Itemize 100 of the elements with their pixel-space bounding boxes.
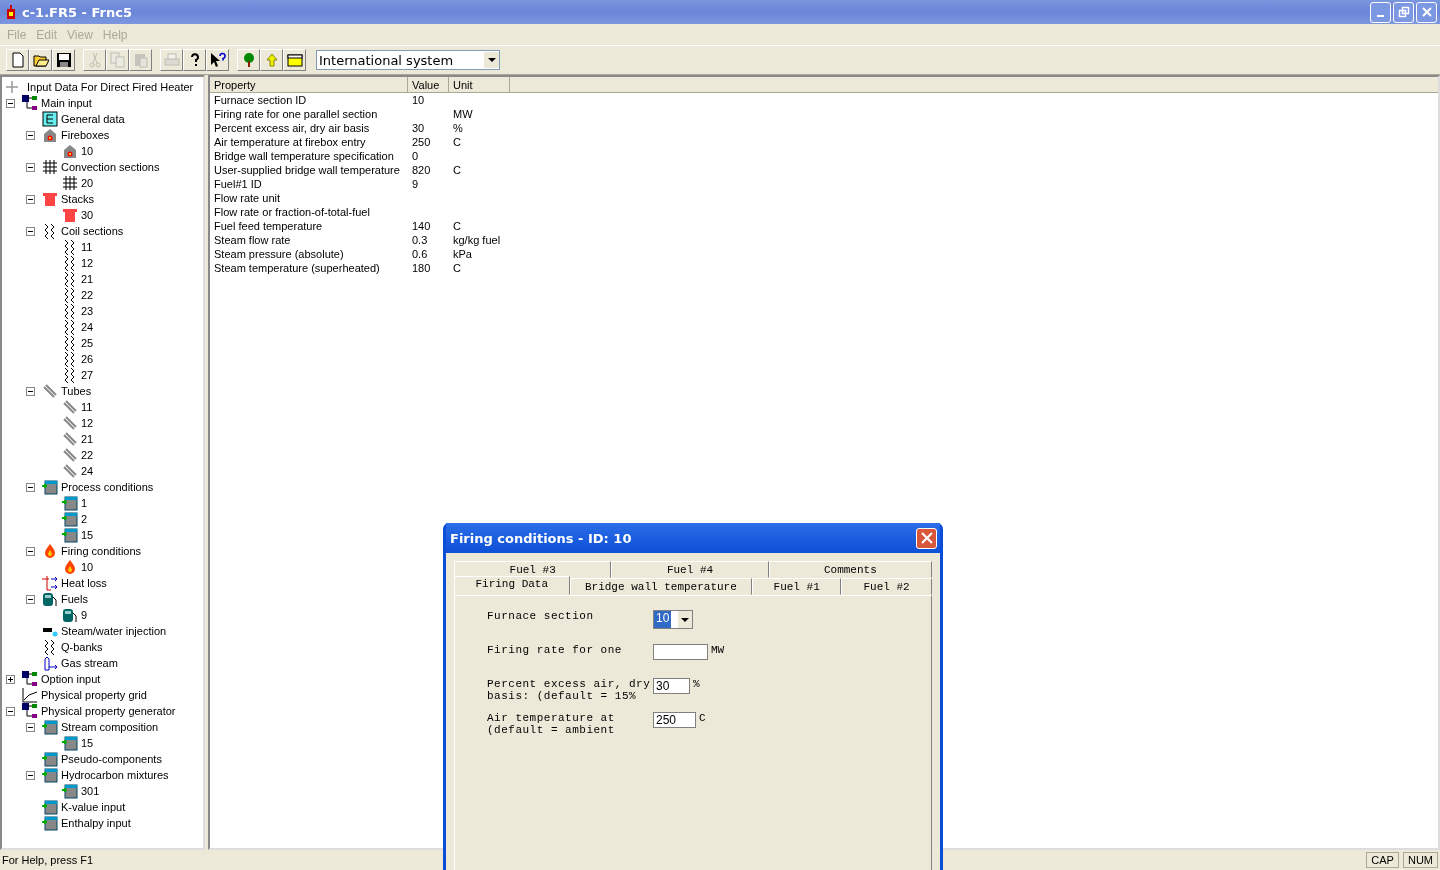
- tree-item[interactable]: 11: [81, 401, 93, 413]
- tree-item[interactable]: Physical property generator: [41, 705, 176, 717]
- tree-item[interactable]: Fireboxes: [61, 129, 110, 141]
- table-cell: kPa: [453, 248, 472, 260]
- minimize-button[interactable]: [1370, 1, 1391, 23]
- close-icon: [920, 532, 933, 544]
- tree-item[interactable]: 22: [81, 449, 94, 461]
- diagonal-lines-icon: [42, 383, 58, 399]
- restore-button[interactable]: [1393, 1, 1414, 23]
- tree-item[interactable]: 25: [81, 337, 94, 349]
- tree-item[interactable]: Gas stream: [61, 657, 118, 669]
- furnace-section-dropdown[interactable]: 10: [653, 610, 693, 629]
- tab[interactable]: Fuel #1: [752, 578, 842, 595]
- tree-item[interactable]: Convection sections: [61, 161, 160, 173]
- folder-icon[interactable]: [283, 49, 306, 71]
- open-folder-icon[interactable]: [29, 49, 52, 71]
- tree-item[interactable]: Physical property grid: [41, 689, 147, 701]
- tree-icon[interactable]: [237, 49, 260, 71]
- tree-item[interactable]: 22: [81, 289, 94, 301]
- new-file-icon[interactable]: [6, 49, 29, 71]
- tree-item[interactable]: 2: [81, 513, 88, 525]
- collapse-icon[interactable]: [26, 226, 35, 236]
- close-button[interactable]: [916, 527, 937, 549]
- tab[interactable]: Fuel #4: [611, 561, 769, 578]
- tree-item[interactable]: K-value input: [61, 801, 126, 813]
- unit-system-dropdown[interactable]: International system: [316, 50, 500, 70]
- tree-item[interactable]: Pseudo-components: [61, 753, 162, 765]
- collapse-icon[interactable]: [26, 482, 35, 492]
- tree-item[interactable]: 30: [81, 209, 94, 221]
- tree-item[interactable]: 12: [81, 417, 94, 429]
- tree-item[interactable]: Enthalpy input: [61, 817, 131, 829]
- save-icon[interactable]: [52, 49, 75, 71]
- tree-item[interactable]: 12: [81, 257, 94, 269]
- tree-item[interactable]: 27: [81, 369, 94, 381]
- tab[interactable]: Fuel #2: [841, 578, 932, 595]
- collapse-icon[interactable]: [6, 98, 15, 108]
- close-button[interactable]: [1416, 1, 1437, 23]
- tree-item[interactable]: 10: [81, 561, 94, 573]
- tree-item[interactable]: 15: [81, 737, 94, 749]
- tree-item[interactable]: Input Data For Direct Fired Heater: [27, 81, 194, 93]
- tab[interactable]: Firing Data: [454, 576, 570, 595]
- tree-item[interactable]: Hydrocarbon mixtures: [61, 769, 169, 781]
- collapse-icon[interactable]: [26, 722, 35, 732]
- tab[interactable]: Fuel #3: [454, 561, 612, 578]
- tree-item[interactable]: 21: [81, 433, 94, 445]
- collapse-icon[interactable]: [26, 546, 35, 556]
- tree-item[interactable]: 10: [81, 145, 94, 157]
- question-icon[interactable]: [183, 49, 206, 71]
- table-icon: [62, 783, 78, 799]
- collapse-icon[interactable]: [26, 162, 35, 172]
- collapse-icon[interactable]: [6, 706, 15, 716]
- tree-item[interactable]: 9: [81, 609, 88, 621]
- tree-item[interactable]: Heat loss: [61, 577, 107, 589]
- collapse-icon[interactable]: [26, 194, 35, 204]
- input-field[interactable]: [653, 644, 708, 660]
- diagonal-lines-icon: [62, 415, 78, 431]
- tree-item[interactable]: Main input: [41, 97, 92, 109]
- grid-lines-icon: [42, 159, 58, 175]
- tree-item[interactable]: Coil sections: [61, 225, 124, 237]
- tree-item[interactable]: Q-banks: [61, 641, 103, 653]
- input-field[interactable]: 30: [653, 678, 690, 694]
- table-cell: 0.6: [412, 248, 428, 260]
- field-label: Firing rate for one: [487, 644, 623, 656]
- tab[interactable]: Bridge wall temperature: [569, 578, 753, 595]
- collapse-icon[interactable]: [26, 770, 35, 780]
- tree-item[interactable]: Option input: [41, 673, 101, 685]
- tree-item[interactable]: Stacks: [61, 193, 94, 205]
- tree-item[interactable]: 24: [81, 321, 94, 333]
- column-header[interactable]: Value: [408, 77, 449, 93]
- collapse-icon[interactable]: [26, 594, 35, 604]
- tree-item[interactable]: Stream composition: [61, 721, 159, 733]
- tree-item[interactable]: 15: [81, 529, 94, 541]
- expand-icon[interactable]: [6, 674, 15, 684]
- tree-item[interactable]: 26: [81, 353, 94, 365]
- pointer-question-icon[interactable]: [206, 49, 229, 71]
- table-cell: 820: [412, 164, 431, 176]
- tree-item[interactable]: 1: [81, 497, 88, 509]
- tree-item[interactable]: 23: [81, 305, 94, 317]
- tree-item[interactable]: Fuels: [61, 593, 88, 605]
- tree-item[interactable]: Tubes: [61, 385, 92, 397]
- column-header[interactable]: Property: [210, 77, 408, 93]
- tree-item[interactable]: 20: [81, 177, 94, 189]
- collapse-icon[interactable]: [26, 386, 35, 396]
- tree-item[interactable]: 301: [81, 785, 100, 797]
- tree-item[interactable]: General data: [61, 113, 125, 125]
- collapse-icon[interactable]: [26, 130, 35, 140]
- column-header[interactable]: Unit: [449, 77, 510, 93]
- tree-item[interactable]: Steam/water injection: [61, 625, 167, 637]
- tree-item[interactable]: 21: [81, 273, 94, 285]
- tree-item[interactable]: Firing conditions: [61, 545, 142, 557]
- tab[interactable]: Comments: [768, 561, 932, 578]
- tree-item[interactable]: 24: [81, 465, 94, 477]
- arrows-icon: [42, 575, 58, 591]
- tree-item[interactable]: 11: [81, 241, 93, 253]
- caret-icon: [681, 617, 689, 622]
- tree-item[interactable]: Process conditions: [61, 481, 154, 493]
- input-field[interactable]: 250: [653, 712, 696, 728]
- grid-lines-icon: [62, 175, 78, 191]
- minimize-icon: [1377, 15, 1384, 17]
- status-indicator: CAP: [1366, 852, 1399, 868]
